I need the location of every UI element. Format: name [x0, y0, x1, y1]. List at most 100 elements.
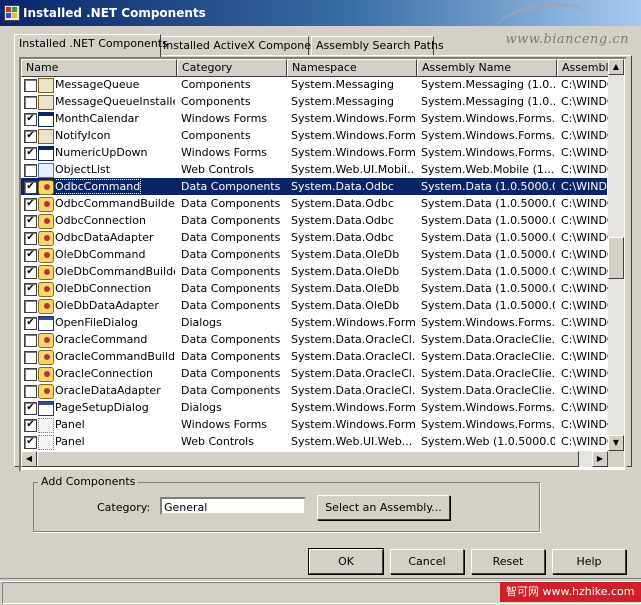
table-row[interactable]: OleDbDataAdapter Data Components System.Da…: [21, 297, 611, 314]
checkbox-checked[interactable]: ✔: [24, 283, 37, 296]
checkbox-checked[interactable]: ✔: [24, 436, 37, 449]
checkmark-icon: ✔: [26, 181, 35, 192]
checkbox-unchecked[interactable]: [24, 385, 37, 398]
ok-button[interactable]: OK: [308, 548, 384, 575]
checkbox-unchecked[interactable]: [24, 79, 37, 92]
cell-text: C:\WINDO: [561, 384, 611, 397]
scroll-right-arrow-icon[interactable]: ▶: [592, 451, 608, 467]
checkbox-unchecked[interactable]: [24, 368, 37, 381]
checkbox-checked[interactable]: ✔: [24, 113, 37, 126]
cell-category: Windows Forms: [181, 416, 285, 433]
cell-assembly-name: System.Messaging (1.0....: [421, 76, 555, 93]
column-header-category[interactable]: Category: [177, 59, 287, 77]
table-row[interactable]: OracleConnection Data Components System.Da…: [21, 365, 611, 382]
checkbox-unchecked[interactable]: [24, 300, 37, 313]
table-row[interactable]: ✔ OleDbConnection Data Components System.Da…: [21, 280, 611, 297]
checkmark-icon: ✔: [26, 436, 35, 447]
scroll-up-arrow-icon[interactable]: ▲: [608, 59, 624, 75]
horizontal-scroll-thumb[interactable]: [37, 451, 579, 467]
checkbox-checked[interactable]: ✔: [24, 249, 37, 262]
table-row[interactable]: ✔ OdbcConnection Data Components System.Dat…: [21, 212, 611, 229]
checkbox-checked[interactable]: ✔: [24, 317, 37, 330]
cell-text: OracleConnection: [55, 367, 154, 380]
table-row[interactable]: ✔ Panel Web Controls System.Web.UI.Web... Sy…: [21, 433, 611, 450]
column-header-assembly-name[interactable]: Assembly Name: [417, 59, 557, 77]
reset-button[interactable]: Reset: [471, 549, 545, 574]
cell-text: Data Components: [181, 350, 281, 363]
cell-name: OdbcConnection: [55, 212, 175, 229]
table-row[interactable]: ✔ NotifyIcon Components System.Windows.Form…: [21, 127, 611, 144]
table-row[interactable]: ✔ Panel Windows Forms System.Windows.Forms S…: [21, 416, 611, 433]
vertical-scrollbar[interactable]: ▲ ▼: [608, 59, 624, 451]
cell-text: C:\WINDO: [561, 282, 611, 295]
table-row[interactable]: ObjectList Web Controls System.Web.UI.Mobi…: [21, 161, 611, 178]
cell-assembly: C:\WINDO: [561, 93, 611, 110]
column-header-name[interactable]: Name: [21, 59, 177, 77]
scroll-left-arrow-icon[interactable]: ◀: [21, 451, 37, 467]
checkbox-checked[interactable]: ✔: [24, 198, 37, 211]
checkbox-checked[interactable]: ✔: [24, 419, 37, 432]
cell-text: C:\WINDO: [561, 231, 611, 244]
checkmark-icon: ✔: [26, 198, 35, 209]
cell-category: Data Components: [181, 331, 285, 348]
table-row[interactable]: ✔ OdbcCommandBuilder Data Components System…: [21, 195, 611, 212]
cancel-button[interactable]: Cancel: [390, 549, 464, 574]
cell-assembly-name: System.Windows.Forms....: [421, 399, 555, 416]
cell-text: C:\WINDO: [561, 333, 611, 346]
cell-text: Dialogs: [181, 316, 222, 329]
table-row[interactable]: ✔ PageSetupDialog Dialogs System.Windows.Fo…: [21, 399, 611, 416]
table-row[interactable]: MessageQueueInstaller Components System.Me…: [21, 93, 611, 110]
table-row[interactable]: ✔ OleDbCommandBuilder Data Components Syste…: [21, 263, 611, 280]
checkmark-icon: ✔: [26, 249, 35, 260]
select-assembly-button[interactable]: Select an Assembly...: [317, 495, 450, 520]
tab-installed-net-components[interactable]: Installed .NET Components: [14, 34, 168, 57]
horizontal-scrollbar[interactable]: ◀ ▶: [21, 451, 608, 467]
table-row[interactable]: MessageQueue Components System.Messaging Sy…: [21, 76, 611, 93]
winform-component-icon: [38, 146, 54, 161]
tab-installed-activex-components[interactable]: Installed ActiveX Components: [158, 36, 328, 56]
table-row[interactable]: OracleDataAdapter Data Components System.D…: [21, 382, 611, 399]
cell-text: OracleCommand: [55, 333, 148, 346]
data-component-icon: [38, 384, 54, 399]
cell-text: Data Components: [181, 214, 281, 227]
cell-category: Windows Forms: [181, 110, 285, 127]
scroll-down-arrow-icon[interactable]: ▼: [608, 435, 624, 451]
cell-text: System.Windows.Forms: [291, 418, 415, 431]
cell-text: System.Data.OleDb: [291, 248, 400, 261]
checkbox-checked[interactable]: ✔: [24, 232, 37, 245]
winform-component-icon: [38, 112, 54, 127]
checkbox-checked[interactable]: ✔: [24, 147, 37, 160]
table-row[interactable]: ✔ OleDbCommand Data Components System.Data.…: [21, 246, 611, 263]
vertical-scroll-thumb[interactable]: [608, 237, 624, 279]
table-row[interactable]: ✔ OpenFileDialog Dialogs System.Windows.For…: [21, 314, 611, 331]
column-header-namespace[interactable]: Namespace: [287, 59, 417, 77]
components-list[interactable]: Name Category Namespace Assembly Name As…: [19, 57, 627, 472]
table-row[interactable]: ✔ OdbcCommand Data Components System.Data.O…: [21, 178, 611, 195]
checkbox-checked[interactable]: ✔: [24, 130, 37, 143]
cell-assembly-name: System.Web.Mobile (1....: [421, 161, 555, 178]
help-button[interactable]: Help: [552, 549, 626, 574]
tab-assembly-search-paths[interactable]: Assembly Search Paths: [311, 36, 444, 56]
checkbox-checked[interactable]: ✔: [24, 402, 37, 415]
cell-assembly: C:\WINDO: [561, 331, 611, 348]
cell-name: OleDbConnection: [55, 280, 175, 297]
checkbox-checked[interactable]: ✔: [24, 181, 37, 194]
checkbox-unchecked[interactable]: [24, 351, 37, 364]
cell-namespace: System.Data.Odbc: [291, 212, 415, 229]
checkbox-unchecked[interactable]: [24, 96, 37, 109]
checkbox-checked[interactable]: ✔: [24, 266, 37, 279]
table-row[interactable]: OracleCommandBuilder Data Components Syste…: [21, 348, 611, 365]
web-component-icon: [38, 163, 54, 178]
cell-text: Data Components: [181, 197, 281, 210]
checkbox-checked[interactable]: ✔: [24, 215, 37, 228]
checkbox-unchecked[interactable]: [24, 164, 37, 177]
table-row[interactable]: OracleCommand Data Components System.Data.…: [21, 331, 611, 348]
table-row[interactable]: ✔ MonthCalendar Windows Forms System.Window…: [21, 110, 611, 127]
table-row[interactable]: ✔ OdbcDataAdapter Data Components System.Da…: [21, 229, 611, 246]
cell-text: System.Messaging (1.0....: [421, 78, 555, 91]
table-row[interactable]: ✔ NumericUpDown Windows Forms System.Window…: [21, 144, 611, 161]
category-input[interactable]: General: [160, 497, 306, 515]
data-component-icon: [38, 265, 54, 280]
checkbox-unchecked[interactable]: [24, 334, 37, 347]
cell-text: OracleDataAdapter: [55, 384, 161, 397]
